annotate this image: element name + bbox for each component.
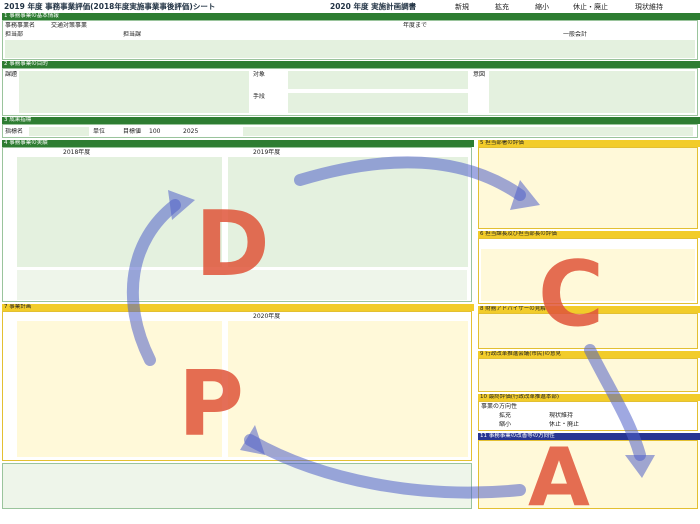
pdca-letter-d: D: [195, 192, 270, 297]
pdca-letter-a: A: [528, 431, 590, 524]
pdca-letter-c: C: [538, 242, 605, 347]
arrowhead-a: [625, 455, 655, 478]
arrowhead-d: [168, 190, 195, 220]
arrow-d-to-c: [294, 156, 526, 201]
pdca-letter-p: P: [178, 352, 244, 457]
arrow-p-to-d: [126, 199, 181, 366]
arrow-a-to-p: [244, 434, 526, 499]
arrow-c-to-a: [584, 344, 646, 461]
